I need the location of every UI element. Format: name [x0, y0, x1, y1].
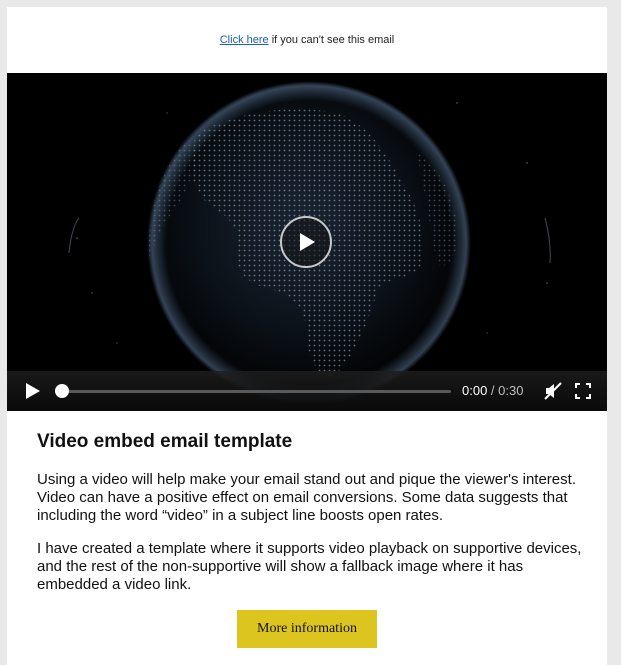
progress-scrubber[interactable]	[55, 384, 69, 398]
time-separator: /	[487, 383, 499, 398]
article-paragraph-2: I have created a template where it suppo…	[37, 540, 582, 593]
email-card: Click here if you can't see this email 0…	[7, 7, 607, 665]
view-in-browser-link[interactable]: Click here	[220, 34, 269, 46]
volume-muted-icon[interactable]	[544, 382, 562, 400]
duration: 0:30	[498, 383, 524, 398]
video-player[interactable]: 0:00 / 0:30	[7, 73, 607, 411]
progress-track[interactable]	[62, 390, 451, 393]
article-title: Video embed email template	[37, 431, 293, 452]
article-paragraph-1: Using a video will help make your email …	[37, 471, 576, 524]
preheader: Click here if you can't see this email	[7, 34, 607, 46]
more-information-button[interactable]: More information	[237, 610, 377, 648]
video-controls-bar: 0:00 / 0:30	[7, 371, 607, 411]
current-time: 0:00	[462, 383, 488, 398]
article-body: Video embed email template Using a video…	[37, 431, 582, 609]
play-icon[interactable]	[25, 382, 41, 400]
time-display: 0:00 / 0:30	[462, 383, 523, 398]
fullscreen-icon[interactable]	[575, 383, 591, 399]
preheader-text: if you can't see this email	[268, 34, 395, 46]
play-overlay-button[interactable]	[280, 216, 332, 268]
play-icon	[300, 233, 315, 251]
